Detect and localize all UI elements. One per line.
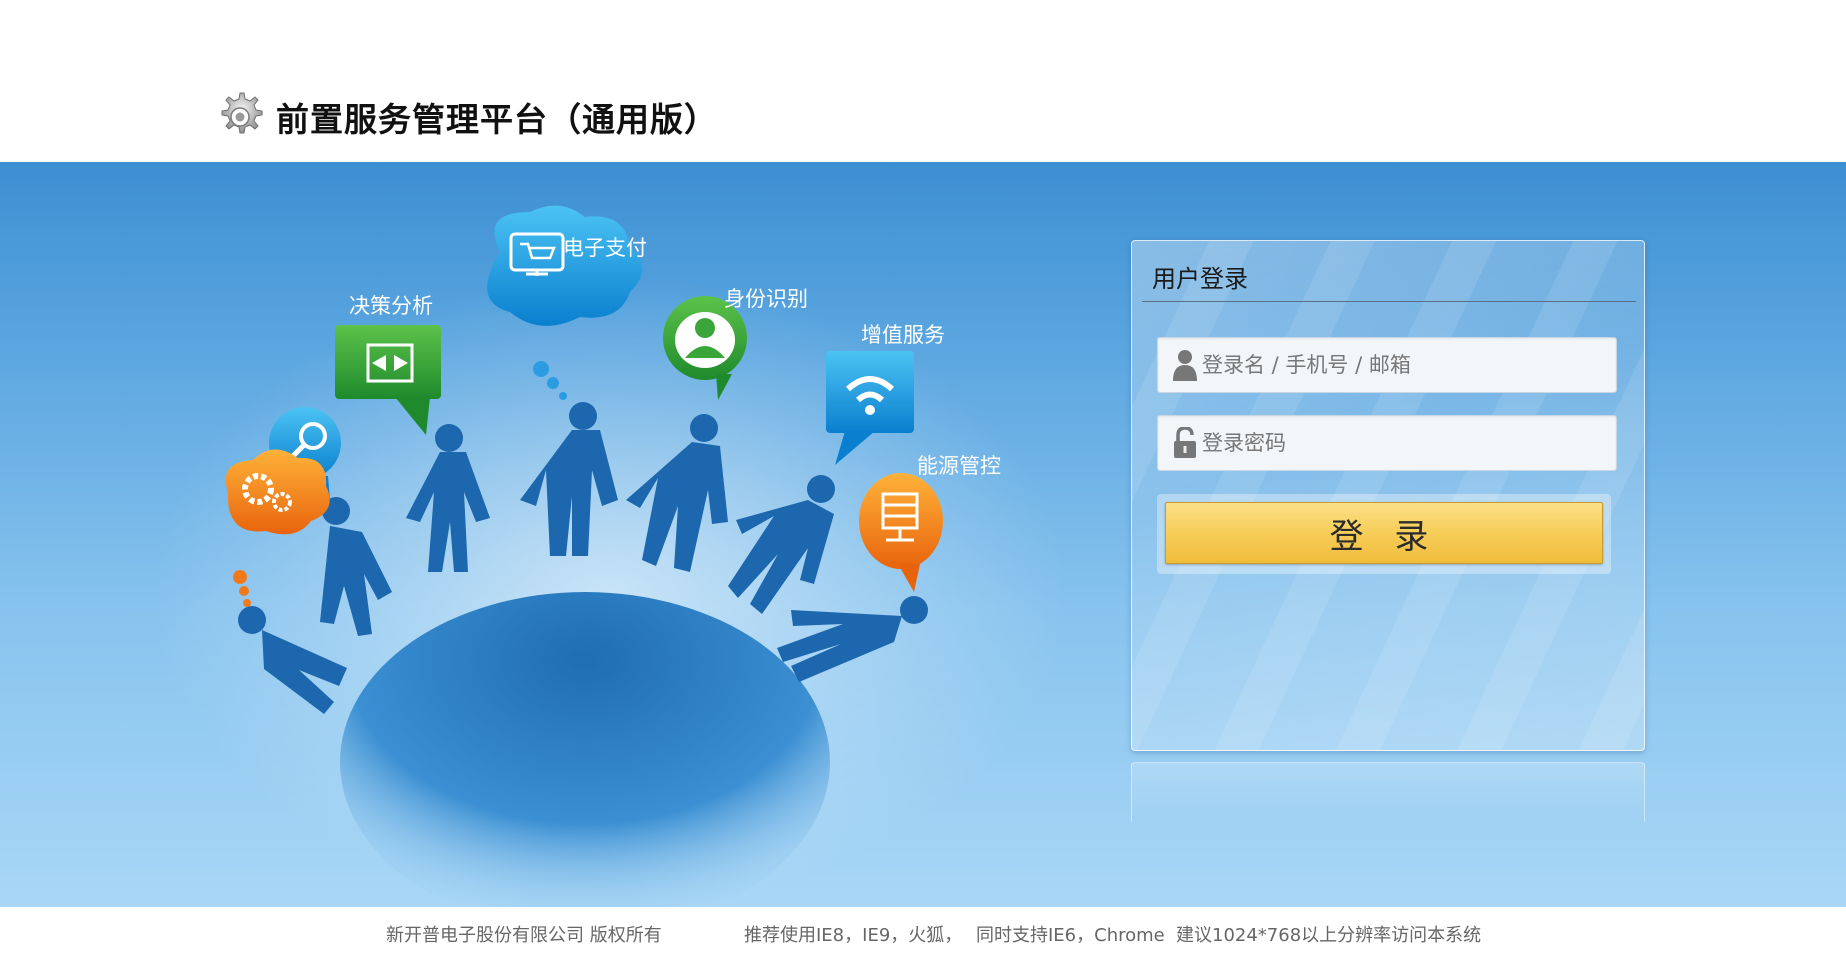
label-decision: 决策分析 xyxy=(349,294,433,318)
label-energy: 能源管控 xyxy=(917,454,1001,478)
gear-icon xyxy=(221,92,263,134)
username-input[interactable] xyxy=(1202,338,1607,392)
password-input[interactable] xyxy=(1202,416,1607,470)
gears-bubble xyxy=(225,449,330,607)
person-2 xyxy=(320,497,392,636)
password-field xyxy=(1157,415,1617,471)
divider xyxy=(1142,301,1636,302)
person-6 xyxy=(728,475,835,614)
header: 前置服务管理平台（通用版） xyxy=(0,0,1846,162)
login-title: 用户登录 xyxy=(1152,265,1248,293)
value-added-bubble xyxy=(826,351,914,465)
person-3 xyxy=(406,424,490,572)
label-value-added: 增值服务 xyxy=(861,323,945,347)
label-payment: 电子支付 xyxy=(563,236,647,260)
panel-reflection xyxy=(1131,762,1645,822)
login-button[interactable]: 登 录 xyxy=(1165,502,1603,564)
payment-bubble xyxy=(487,205,643,400)
person-7 xyxy=(777,596,928,682)
footer-browser-support: 同时支持IE6，Chrome xyxy=(976,925,1165,946)
energy-bubble xyxy=(859,473,943,592)
login-button-frame: 登 录 xyxy=(1157,494,1611,574)
footer-resolution-hint: 建议1024*768以上分辨率访问本系统 xyxy=(1176,925,1482,946)
user-icon xyxy=(1173,350,1197,381)
login-panel: 用户登录 登 录 xyxy=(1131,240,1645,751)
decision-bubble xyxy=(335,325,441,435)
person-5 xyxy=(626,414,728,572)
label-identity: 身份识别 xyxy=(724,287,808,311)
footer: 新开普电子股份有限公司 版权所有 推荐使用IE8，IE9，火狐， 同时支持IE6… xyxy=(0,907,1846,962)
footer-browser-recommendation: 推荐使用IE8，IE9，火狐， xyxy=(744,925,963,946)
identity-bubble xyxy=(663,296,747,400)
footer-copyright: 新开普电子股份有限公司 版权所有 xyxy=(386,925,662,946)
app-title: 前置服务管理平台（通用版） xyxy=(276,100,718,139)
globe xyxy=(340,592,830,907)
username-field xyxy=(1157,337,1617,393)
hero-banner: 电子支付 决策分析 身份识别 增值服务 能源管控 用户登录 登 录 xyxy=(0,162,1846,907)
person-4 xyxy=(520,402,618,556)
lock-icon xyxy=(1174,427,1196,458)
